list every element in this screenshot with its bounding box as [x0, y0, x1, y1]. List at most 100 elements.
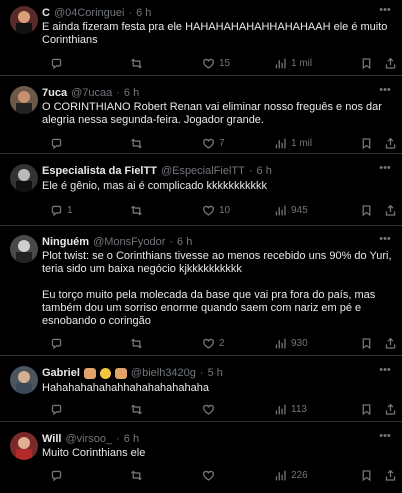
handle[interactable]: @bielh3420g	[131, 367, 196, 379]
timestamp[interactable]: 6 h	[124, 87, 139, 99]
avatar[interactable]	[10, 6, 38, 34]
like-button[interactable]	[202, 402, 219, 416]
handle[interactable]: @EspecialFielTT	[161, 165, 245, 177]
retweet-button[interactable]	[130, 203, 143, 217]
view-count: 226	[291, 469, 308, 481]
separator-dot: ·	[116, 87, 120, 99]
tweet-text: Ele é gênio, mas ai é complicado kkkkkkk…	[42, 180, 267, 192]
share-button[interactable]	[384, 203, 397, 217]
share-button[interactable]	[384, 468, 397, 482]
view-count: 945	[291, 204, 308, 216]
views-button[interactable]: 1 mil	[274, 56, 312, 70]
tweet[interactable]: Gabriel @bielh3420g · 5 h ••• Hahahahaha…	[0, 356, 402, 422]
share-button[interactable]	[384, 336, 397, 350]
handle[interactable]: @04Coringuei	[54, 7, 125, 19]
display-name[interactable]: Gabriel	[42, 367, 80, 379]
bookmark-button[interactable]	[360, 136, 373, 150]
views-button[interactable]: 1 mil	[274, 136, 312, 150]
share-button[interactable]	[384, 136, 397, 150]
bookmark-button[interactable]	[360, 56, 373, 70]
tweet[interactable]: C @04Coringuei · 6 h ••• E ainda fizeram…	[0, 0, 402, 76]
timestamp[interactable]: 5 h	[208, 367, 223, 379]
pointing-hand-emoji-icon	[83, 367, 96, 379]
views-icon	[275, 138, 286, 148]
bookmark-button[interactable]	[360, 336, 373, 350]
display-name[interactable]: C	[42, 7, 50, 19]
tweet-text: O CORINTHIANO Robert Renan vai eliminar …	[42, 101, 382, 126]
display-name[interactable]: 7uca	[42, 87, 67, 99]
tweet[interactable]: Especialista da FielTT @EspecialFielTT ·…	[0, 154, 402, 226]
handle[interactable]: @MonsFyodor	[93, 236, 165, 248]
timestamp[interactable]: 6 h	[177, 236, 192, 248]
heart-icon	[202, 205, 215, 216]
share-icon	[385, 137, 396, 149]
retweet-button[interactable]	[130, 402, 143, 416]
reply-button[interactable]	[50, 468, 67, 482]
more-icon[interactable]: •••	[378, 162, 392, 174]
bookmark-button[interactable]	[360, 468, 373, 482]
share-icon	[385, 57, 396, 69]
retweet-button[interactable]	[130, 336, 143, 350]
more-icon[interactable]: •••	[378, 364, 392, 376]
reply-button[interactable]: 1	[50, 203, 73, 217]
more-icon[interactable]: •••	[378, 430, 392, 442]
display-name[interactable]: Especialista da FielTT	[42, 165, 157, 177]
more-icon[interactable]: •••	[378, 233, 392, 245]
reply-button[interactable]	[50, 56, 67, 70]
avatar[interactable]	[10, 164, 38, 192]
tweet-text: Hahahahahahahhahahahahahaha	[42, 382, 210, 394]
share-button[interactable]	[384, 402, 397, 416]
bookmark-icon	[362, 337, 371, 349]
like-button[interactable]: 15	[202, 56, 230, 70]
like-button[interactable]: 2	[202, 336, 225, 350]
tweet[interactable]: 7uca @7ucaa · 6 h ••• O CORINTHIANO Robe…	[0, 76, 402, 154]
reply-button[interactable]	[50, 402, 67, 416]
tweet-header: Will @virsoo_ · 6 h	[42, 432, 390, 446]
display-name[interactable]: Will	[42, 433, 61, 445]
like-count: 7	[219, 137, 225, 149]
reply-button[interactable]	[50, 336, 67, 350]
retweet-button[interactable]	[130, 56, 143, 70]
tweet-text-paragraph-2: Eu torço muito pela molecada da base que…	[42, 289, 376, 327]
reply-icon	[51, 205, 62, 216]
tweet-actions: 15 1 mil	[42, 56, 396, 70]
more-icon[interactable]: •••	[378, 4, 392, 16]
handle[interactable]: @virsoo_	[65, 433, 112, 445]
like-count: 10	[219, 204, 231, 216]
views-button[interactable]: 930	[274, 336, 308, 350]
bookmark-button[interactable]	[360, 203, 373, 217]
views-button[interactable]: 113	[274, 402, 307, 416]
tweet[interactable]: Ninguém @MonsFyodor · 6 h ••• Plot twist…	[0, 226, 402, 356]
tweet-actions: 7 1 mil	[42, 136, 396, 150]
retweet-icon	[131, 205, 142, 215]
separator-dot: ·	[199, 367, 204, 379]
views-button[interactable]: 226	[274, 468, 308, 482]
share-icon	[385, 403, 396, 415]
reply-button[interactable]	[50, 136, 67, 150]
views-button[interactable]: 945	[274, 203, 308, 217]
retweet-button[interactable]	[130, 468, 143, 482]
bookmark-button[interactable]	[360, 402, 373, 416]
bookmark-icon	[362, 204, 371, 216]
like-button[interactable]	[202, 468, 219, 482]
timestamp[interactable]: 6 h	[257, 165, 272, 177]
timestamp[interactable]: 6 h	[124, 433, 139, 445]
avatar[interactable]	[10, 86, 38, 114]
more-icon[interactable]: •••	[378, 84, 392, 96]
avatar[interactable]	[10, 235, 38, 263]
reply-icon	[51, 58, 62, 69]
avatar[interactable]	[10, 366, 38, 394]
like-button[interactable]: 10	[202, 203, 230, 217]
timestamp[interactable]: 6 h	[136, 7, 151, 19]
views-icon	[275, 404, 286, 414]
display-name[interactable]: Ninguém	[42, 236, 89, 248]
avatar[interactable]	[10, 432, 38, 460]
handle[interactable]: @7ucaa	[71, 87, 112, 99]
retweet-button[interactable]	[130, 136, 143, 150]
reply-icon	[51, 338, 62, 349]
like-button[interactable]: 7	[202, 136, 225, 150]
tweet[interactable]: Will @virsoo_ · 6 h ••• Muito Corinthian…	[0, 422, 402, 493]
reply-icon	[51, 404, 62, 415]
share-button[interactable]	[384, 56, 397, 70]
tweet-actions: 113	[42, 402, 396, 416]
